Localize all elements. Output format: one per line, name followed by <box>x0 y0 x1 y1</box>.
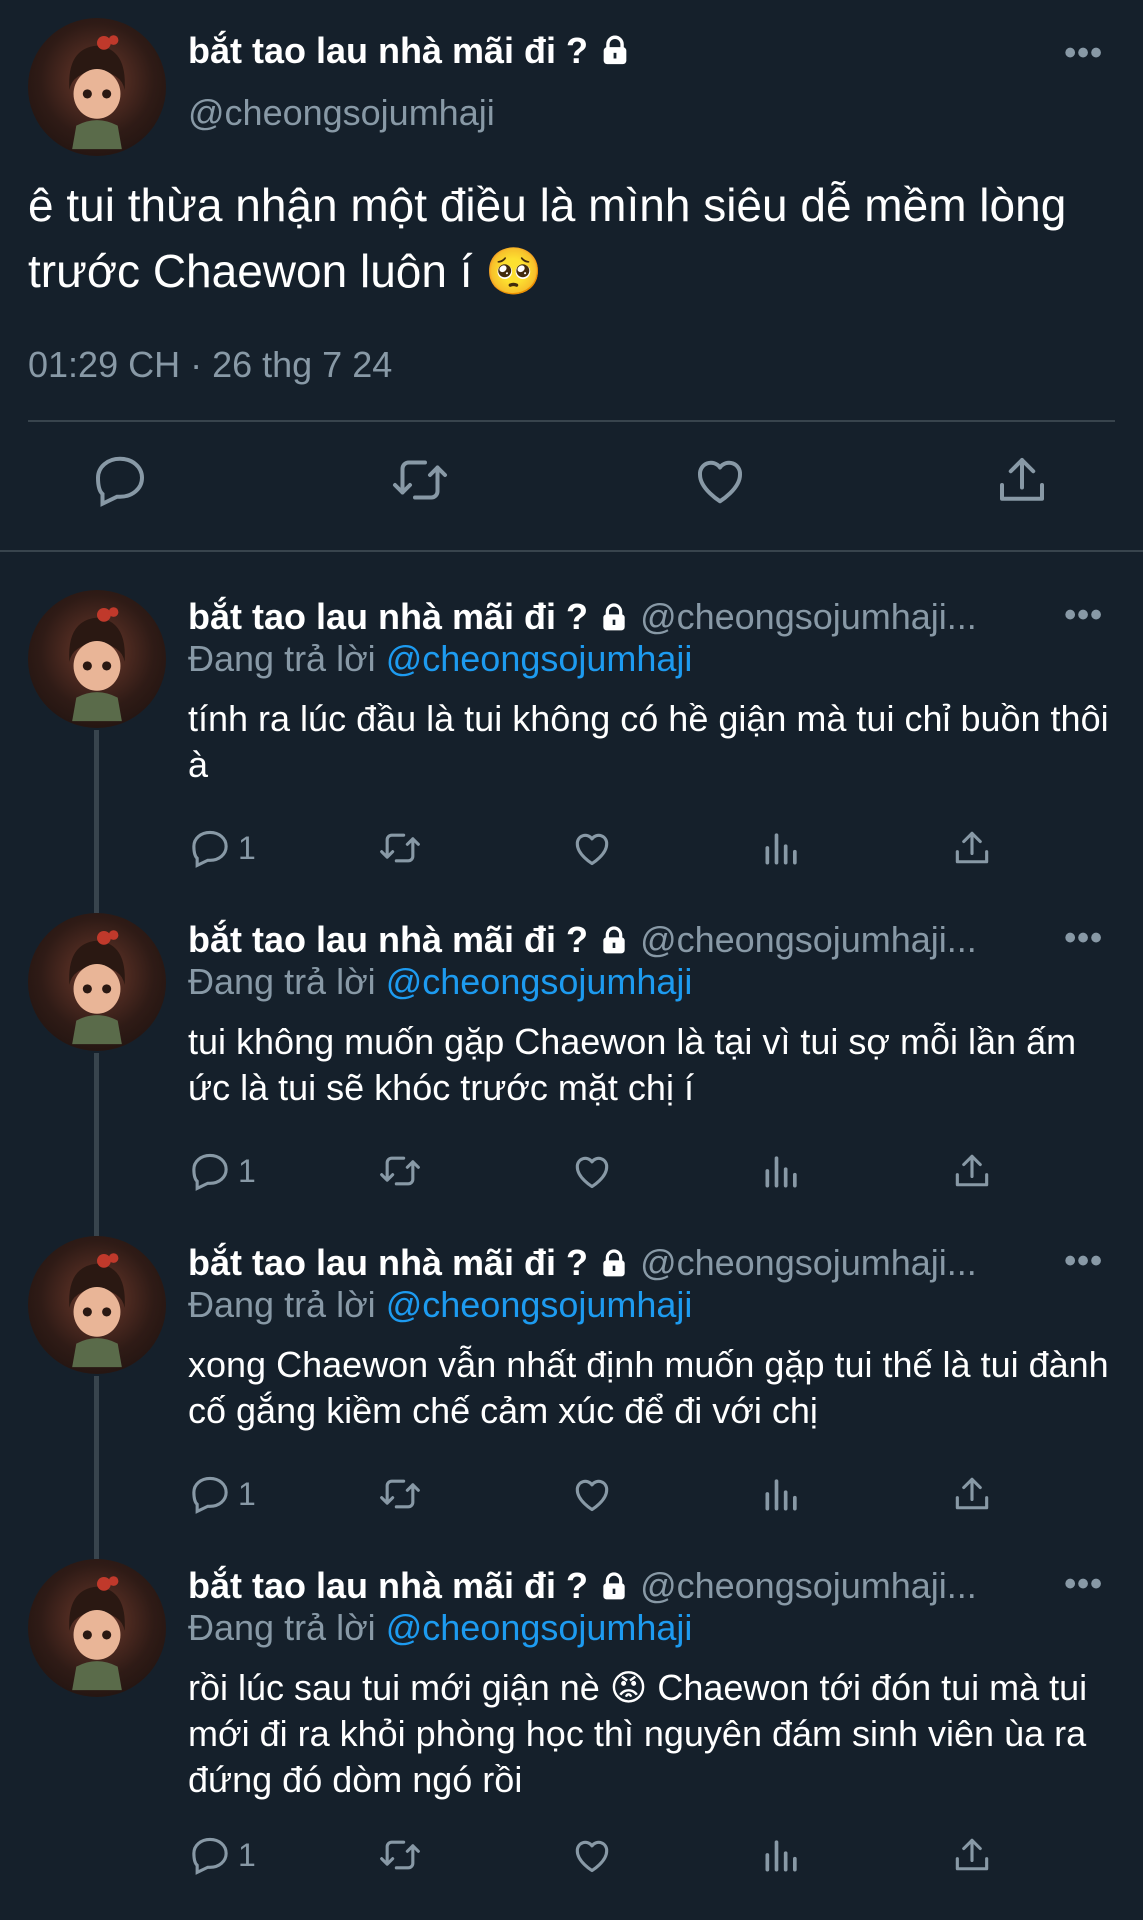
analytics-icon[interactable] <box>760 1148 804 1194</box>
share-icon[interactable] <box>950 825 994 871</box>
like-icon[interactable] <box>690 450 750 510</box>
tweet-actions <box>0 450 1143 520</box>
reply-text: tui không muốn gặp Chaewon là tại vì tui… <box>188 1021 1077 1108</box>
divider <box>28 420 1115 422</box>
analytics-icon[interactable] <box>760 1832 804 1878</box>
reply-tweet[interactable]: bắt tao lau nhà mãi đi ? @cheongsojumhaj… <box>0 1236 1143 1559</box>
thread-line <box>94 730 99 913</box>
display-name[interactable]: bắt tao lau nhà mãi đi ? <box>188 1242 588 1283</box>
handle[interactable]: @cheongsojumhaji... <box>640 596 977 637</box>
replying-label: Đang trả lời <box>188 638 376 679</box>
timestamp[interactable]: 01:29 CH · 26 thg 7 24 <box>28 344 392 386</box>
lock-icon <box>598 33 632 67</box>
like-icon[interactable] <box>570 1148 614 1194</box>
reply-icon <box>192 1837 228 1875</box>
reply-actions: 1 <box>188 825 1088 875</box>
avatar-image <box>69 35 125 150</box>
reply-header: bắt tao lau nhà mãi đi ? @cheongsojumhaj… <box>188 1565 1068 1607</box>
reply-count: 1 <box>238 1836 256 1873</box>
reply-actions: 1 <box>188 1832 1088 1882</box>
avatar[interactable] <box>28 590 166 728</box>
share-icon[interactable] <box>950 1832 994 1878</box>
avatar[interactable] <box>28 1236 166 1374</box>
avatar-image <box>69 607 125 722</box>
avatar[interactable] <box>28 913 166 1051</box>
reply-count: 1 <box>238 829 256 866</box>
avatar[interactable] <box>28 18 166 156</box>
retweet-icon[interactable] <box>378 1471 422 1517</box>
avatar[interactable] <box>28 1559 166 1697</box>
display-name[interactable]: bắt tao lau nhà mãi đi ? <box>188 919 588 960</box>
display-name[interactable]: bắt tao lau nhà mãi đi ? <box>188 596 588 637</box>
lock-icon <box>598 1570 630 1602</box>
share-icon[interactable] <box>950 1471 994 1517</box>
reply-header: bắt tao lau nhà mãi đi ? @cheongsojumhaj… <box>188 1242 1068 1284</box>
display-name[interactable]: bắt tao lau nhà mãi đi ? <box>188 30 632 72</box>
like-icon[interactable] <box>570 1471 614 1517</box>
like-icon[interactable] <box>570 825 614 871</box>
retweet-icon[interactable] <box>378 1148 422 1194</box>
tweet-text: ê tui thừa nhận một điều là mình siêu dễ… <box>28 179 1067 297</box>
reply-text: tính ra lúc đầu là tui không có hề giận … <box>188 698 1109 785</box>
mention-link[interactable]: @cheongsojumhaji <box>386 1607 693 1648</box>
mention-link[interactable]: @cheongsojumhaji <box>386 1284 693 1325</box>
lock-icon <box>598 601 630 633</box>
mention-link[interactable]: @cheongsojumhaji <box>386 638 693 679</box>
more-options-icon[interactable]: ••• <box>1064 1565 1103 1604</box>
retweet-icon[interactable] <box>378 1832 422 1878</box>
handle[interactable]: @cheongsojumhaji... <box>640 1242 977 1283</box>
reply-actions: 1 <box>188 1148 1088 1198</box>
handle[interactable]: @cheongsojumhaji... <box>640 1565 977 1606</box>
lock-icon <box>598 924 630 956</box>
section-divider <box>0 550 1143 552</box>
mention-link[interactable]: @cheongsojumhaji <box>386 961 693 1002</box>
share-icon[interactable] <box>950 1148 994 1194</box>
reply-tweet[interactable]: bắt tao lau nhà mãi đi ? @cheongsojumhaj… <box>0 913 1143 1236</box>
analytics-icon[interactable] <box>760 825 804 871</box>
reply-button[interactable]: 1 <box>188 1832 256 1878</box>
reply-button[interactable]: 1 <box>188 1148 256 1194</box>
reply-icon <box>192 830 228 868</box>
reply-icon <box>192 1153 228 1191</box>
like-icon[interactable] <box>570 1832 614 1878</box>
avatar-image <box>69 930 125 1045</box>
more-options-icon[interactable]: ••• <box>1064 34 1103 73</box>
reply-button[interactable]: 1 <box>188 825 256 871</box>
handle[interactable]: @cheongsojumhaji... <box>640 919 977 960</box>
reply-actions: 1 <box>188 1471 1088 1521</box>
retweet-icon[interactable] <box>390 450 450 510</box>
reply-icon[interactable] <box>90 450 150 510</box>
replying-to: Đang trả lời @cheongsojumhaji <box>188 1284 692 1326</box>
reply-count: 1 <box>238 1152 256 1189</box>
main-tweet: bắt tao lau nhà mãi đi ? @cheongsojumhaj… <box>0 0 1143 550</box>
reply-icon <box>192 1476 228 1514</box>
reply-button[interactable]: 1 <box>188 1471 256 1517</box>
reply-count: 1 <box>238 1475 256 1512</box>
analytics-icon[interactable] <box>760 1471 804 1517</box>
reply-tweet[interactable]: bắt tao lau nhà mãi đi ? @cheongsojumhaj… <box>0 1559 1143 1920</box>
lock-icon <box>598 1247 630 1279</box>
display-name[interactable]: bắt tao lau nhà mãi đi ? <box>188 1565 588 1606</box>
share-icon[interactable] <box>992 450 1052 510</box>
replying-label: Đang trả lời <box>188 1607 376 1648</box>
replying-label: Đang trả lời <box>188 961 376 1002</box>
more-options-icon[interactable]: ••• <box>1064 919 1103 958</box>
retweet-icon[interactable] <box>378 825 422 871</box>
replying-label: Đang trả lời <box>188 1284 376 1325</box>
avatar-image <box>69 1253 125 1368</box>
avatar-image <box>69 1576 125 1691</box>
more-options-icon[interactable]: ••• <box>1064 596 1103 635</box>
reply-header: bắt tao lau nhà mãi đi ? @cheongsojumhaj… <box>188 919 1068 961</box>
reply-header: bắt tao lau nhà mãi đi ? @cheongsojumhaj… <box>188 596 1068 638</box>
reply-text: rồi lúc sau tui mới giận nè 😡 Chaewon tớ… <box>188 1667 1088 1800</box>
replying-to: Đang trả lời @cheongsojumhaji <box>188 638 692 680</box>
handle[interactable]: @cheongsojumhaji <box>188 92 495 134</box>
reply-text: xong Chaewon vẫn nhất định muốn gặp tui … <box>188 1344 1109 1431</box>
replying-to: Đang trả lời @cheongsojumhaji <box>188 961 692 1003</box>
reply-tweet[interactable]: bắt tao lau nhà mãi đi ? @cheongsojumhaj… <box>0 590 1143 913</box>
thread-line <box>94 1053 99 1236</box>
more-options-icon[interactable]: ••• <box>1064 1242 1103 1281</box>
replying-to: Đang trả lời @cheongsojumhaji <box>188 1607 692 1649</box>
thread-line <box>94 1376 99 1559</box>
